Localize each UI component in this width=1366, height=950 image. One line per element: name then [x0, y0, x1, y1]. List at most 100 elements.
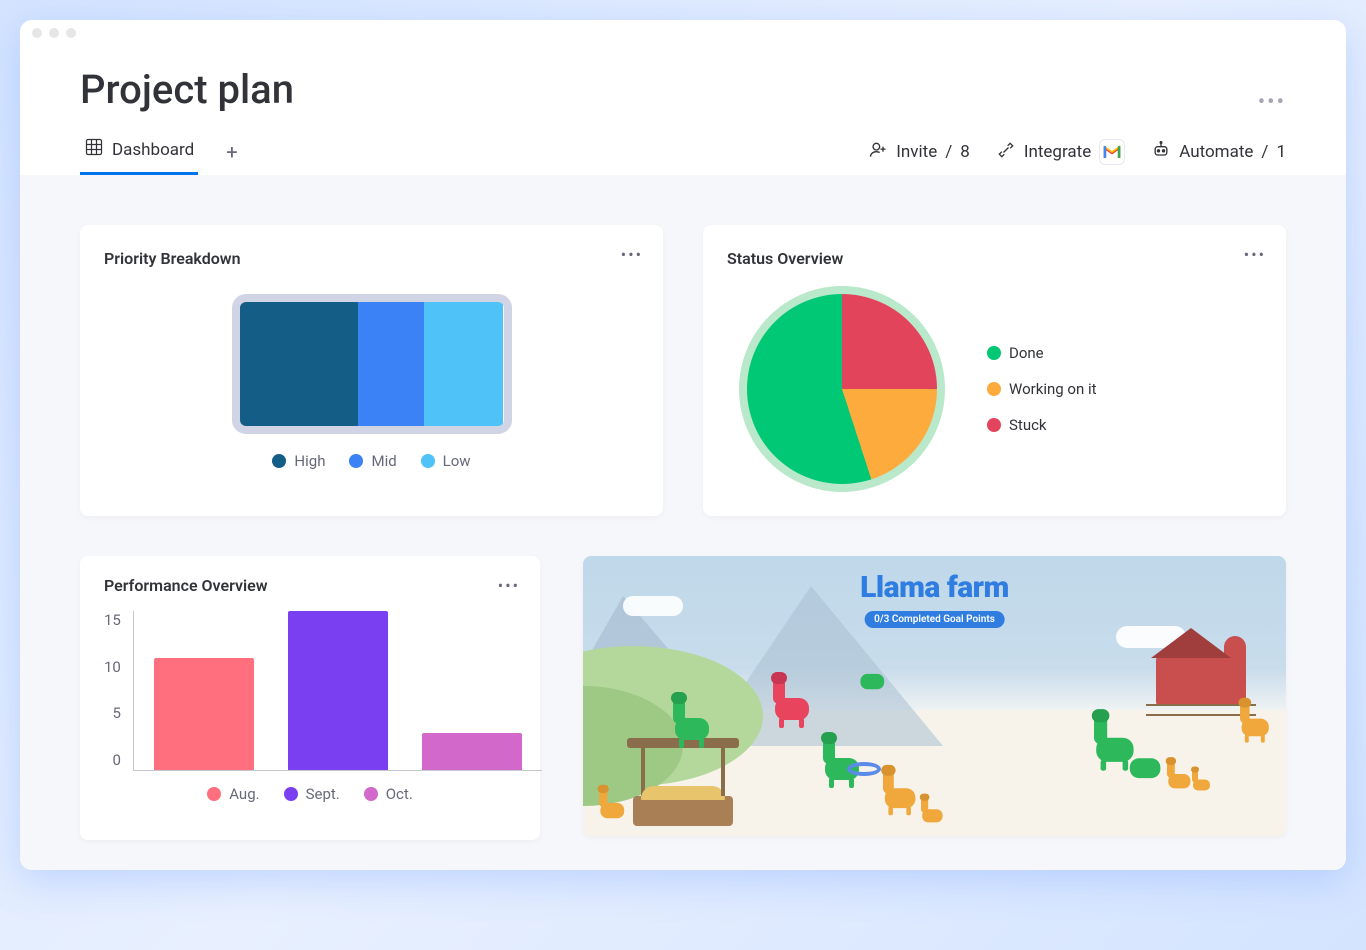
y-tick: 5: [112, 704, 120, 722]
window-titlebar: [20, 20, 1346, 46]
automate-button[interactable]: Automate / 1: [1151, 140, 1286, 165]
battery-segment-low: [424, 302, 503, 426]
swatch-low: [421, 454, 435, 468]
performance-legend: Aug. Sept. Oct.: [104, 785, 516, 803]
llama-icon: [599, 788, 627, 823]
header-actions: Invite / 8 Integrate: [868, 139, 1286, 165]
bar-aug: [154, 658, 254, 770]
page-header: Project plan Dashbo: [20, 46, 1346, 175]
legend-label: Working on it: [1009, 380, 1097, 398]
llama-icon: [1128, 739, 1164, 784]
priority-legend: High Mid Low: [272, 452, 470, 470]
llama-icon: [921, 796, 945, 826]
integrate-button[interactable]: Integrate: [996, 139, 1125, 165]
swatch-oct: [364, 787, 378, 801]
trough-icon: [633, 796, 733, 826]
add-tab-button[interactable]: +: [218, 136, 245, 168]
window-control-dot[interactable]: [32, 28, 42, 38]
swatch-high: [272, 454, 286, 468]
card-more-icon[interactable]: •••: [621, 245, 643, 264]
y-tick: 0: [112, 751, 120, 769]
legend-label: High: [294, 452, 325, 470]
swatch-stuck: [987, 418, 1001, 432]
tab-label: Dashboard: [112, 140, 194, 160]
swatch-mid: [349, 454, 363, 468]
invite-count: 8: [960, 142, 970, 162]
llama-icon: [1192, 769, 1212, 794]
plug-icon: [996, 140, 1016, 165]
legend-item-stuck: Stuck: [987, 416, 1097, 434]
dashboard-content: Priority Breakdown ••• High: [20, 175, 1346, 870]
window-control-dot[interactable]: [49, 28, 59, 38]
pie-legend: Done Working on it Stuck: [987, 344, 1097, 434]
llama-farm-widget[interactable]: Llama farm 0/3 Completed Goal Points: [583, 556, 1286, 836]
page-more-icon[interactable]: •••: [1258, 90, 1286, 115]
legend-item-working: Working on it: [987, 380, 1097, 398]
battery-chart: High Mid Low: [104, 284, 639, 470]
window-control-dot[interactable]: [66, 28, 76, 38]
bar-oct: [422, 733, 522, 770]
cloud-icon: [623, 596, 683, 616]
pie-chart: Done Working on it Stuck: [727, 284, 1262, 494]
legend-item-aug: Aug.: [207, 785, 259, 803]
legend-label: Aug.: [229, 785, 259, 803]
y-axis: 15 10 5 0: [104, 611, 133, 771]
pie-container: [747, 294, 937, 484]
swatch-done: [987, 346, 1001, 360]
card-more-icon[interactable]: •••: [1244, 245, 1266, 264]
battery-segment-high: [240, 302, 359, 426]
y-tick: 10: [104, 658, 121, 676]
person-add-icon: [868, 140, 888, 165]
llama-icon: [823, 736, 863, 786]
topbar: Dashboard + I: [80, 129, 1286, 175]
legend-item-high: High: [272, 452, 325, 470]
hay-icon: [641, 786, 725, 800]
card-title: Performance Overview: [104, 576, 516, 595]
llama-icon: [859, 659, 887, 694]
bar-sept: [288, 611, 388, 770]
legend-item-done: Done: [987, 344, 1097, 362]
performance-card: Performance Overview ••• 15 10 5 0: [80, 556, 540, 840]
card-title: Priority Breakdown: [104, 249, 639, 268]
legend-item-sept: Sept.: [284, 785, 340, 803]
farm-title-block: Llama farm 0/3 Completed Goal Points: [860, 570, 1009, 628]
legend-item-mid: Mid: [349, 452, 396, 470]
legend-label: Low: [443, 452, 471, 470]
legend-label: Mid: [371, 452, 396, 470]
bar-plot: [133, 611, 542, 771]
bar-chart: 15 10 5 0: [104, 611, 516, 771]
farm-progress-badge: 0/3 Completed Goal Points: [864, 611, 1005, 628]
priority-card: Priority Breakdown ••• High: [80, 225, 663, 516]
legend-label: Oct.: [386, 785, 413, 803]
battery-segment-mid: [358, 302, 424, 426]
invite-label: Invite: [896, 142, 937, 162]
y-tick: 15: [104, 611, 121, 629]
tab-strip: Dashboard +: [80, 129, 246, 175]
legend-item-low: Low: [421, 452, 471, 470]
legend-item-oct: Oct.: [364, 785, 413, 803]
llama-icon: [1167, 760, 1193, 793]
robot-icon: [1151, 140, 1171, 165]
tab-dashboard[interactable]: Dashboard: [80, 129, 198, 175]
grid-icon: [84, 137, 104, 162]
legend-label: Sept.: [306, 785, 340, 803]
integrate-label: Integrate: [1024, 142, 1091, 162]
automate-count: 1: [1276, 142, 1286, 162]
battery-outer: [232, 284, 512, 452]
legend-label: Stuck: [1009, 416, 1047, 434]
gmail-icon: [1099, 139, 1125, 165]
card-more-icon[interactable]: •••: [498, 576, 520, 595]
llama-icon: [773, 676, 813, 726]
pie-slices: [747, 294, 937, 484]
page-title: Project plan: [80, 66, 1286, 113]
llama-icon: [1240, 701, 1272, 741]
farm-title: Llama farm: [860, 570, 1009, 605]
invite-button[interactable]: Invite / 8: [868, 140, 970, 165]
swatch-aug: [207, 787, 221, 801]
llama-icon: [673, 696, 713, 746]
status-card: Status Overview ••• Done Working on it: [703, 225, 1286, 516]
swatch-working: [987, 382, 1001, 396]
swatch-sept: [284, 787, 298, 801]
card-title: Status Overview: [727, 249, 1262, 268]
automate-label: Automate: [1179, 142, 1253, 162]
